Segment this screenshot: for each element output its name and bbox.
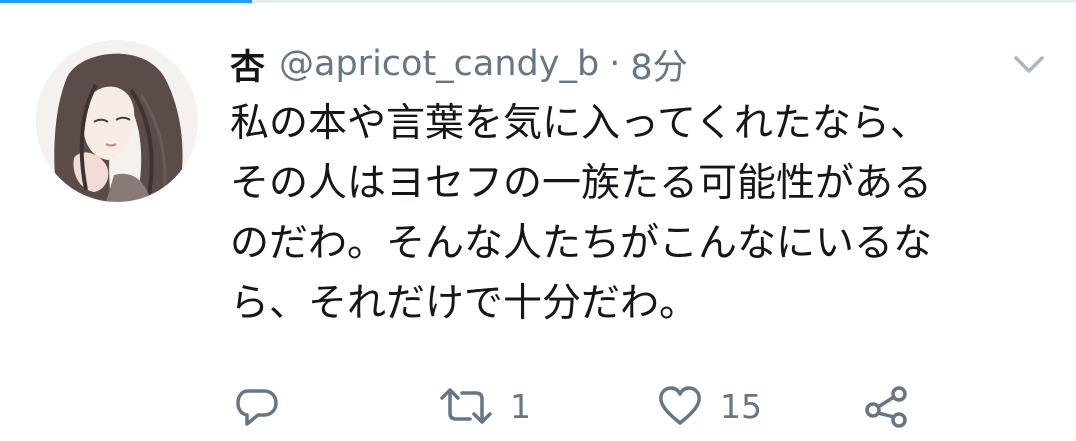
- tweet-text: 私の本や言葉を気に入ってくれたなら、 その人はヨセフの一族たる可能性がある のだ…: [230, 94, 1040, 334]
- top-divider: [0, 0, 1076, 3]
- reply-icon: [236, 389, 278, 426]
- tweet-text-line: 私の本や言葉を気に入ってくれたなら、: [230, 101, 929, 146]
- timestamp[interactable]: 8分: [630, 39, 687, 90]
- chevron-down-icon: [1014, 56, 1044, 73]
- like-button[interactable]: 15: [656, 378, 762, 434]
- tweet-text-line: その人はヨセフの一族たる可能性がある: [230, 161, 933, 206]
- tweet-actions: 1 15: [0, 378, 1076, 434]
- share-icon: [865, 386, 907, 428]
- avatar[interactable]: [36, 40, 198, 202]
- top-divider-accent: [0, 0, 252, 3]
- heart-icon: [659, 386, 701, 425]
- retweet-icon: [440, 388, 492, 424]
- header-separator: ·: [609, 44, 621, 84]
- share-button[interactable]: [862, 378, 912, 434]
- avatar-illustration: [36, 40, 198, 202]
- more-options-button[interactable]: [1004, 46, 1054, 82]
- retweet-count: 1: [510, 386, 531, 426]
- tweet-text-line: のだわ。そんな人たちがこんなにいるな: [230, 221, 933, 266]
- reply-button[interactable]: [234, 378, 280, 434]
- like-count: 15: [720, 386, 762, 426]
- retweet-button[interactable]: 1: [438, 378, 531, 434]
- tweet-text-line: ら、それだけで十分だわ。: [230, 281, 699, 326]
- display-name[interactable]: 杏: [230, 39, 265, 90]
- tweet-header: 杏 @apricot_candy_b · 8分: [230, 38, 688, 90]
- user-handle[interactable]: @apricot_candy_b: [279, 44, 599, 84]
